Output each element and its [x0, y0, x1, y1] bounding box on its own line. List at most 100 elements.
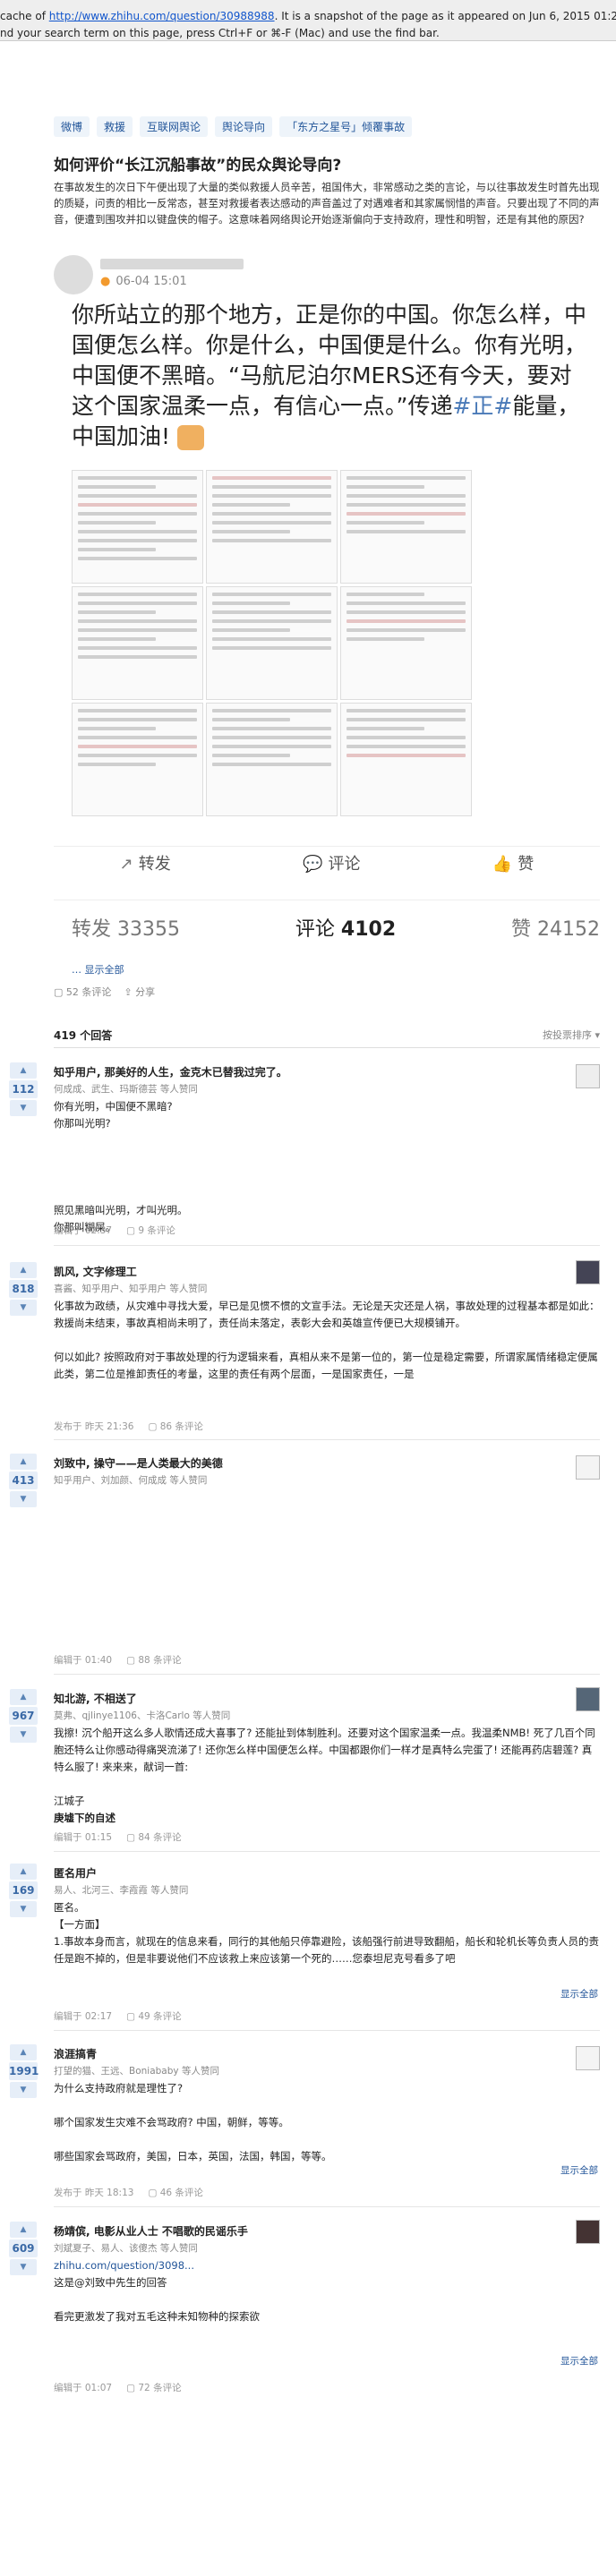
vote-count[interactable]: 413 [9, 1471, 38, 1489]
chevron-down-icon: ▾ [595, 1029, 600, 1041]
answer-paragraph: 我擦! 沉个船开这么多人歌情还成大喜事了? 还能扯到体制胜利。还要对这个国家温柔… [54, 1727, 595, 1773]
upvote-arrow-icon[interactable]: ▲ [10, 2222, 37, 2238]
upvote-arrow-icon[interactable]: ▲ [10, 1864, 37, 1880]
answer-author[interactable]: 凯风, 文字修理工 [54, 1264, 137, 1279]
answer-author[interactable]: 知北游, 不相送了 [54, 1691, 137, 1706]
answer-paragraph: 江城子 [54, 1795, 85, 1807]
comment-count-label: 评论 [295, 918, 335, 941]
answer-comments-link[interactable]: 9 条评论 [126, 1224, 175, 1237]
answer-voters[interactable]: 易人、北河三、李霞霞 等人赞同 [54, 1883, 188, 1897]
answer-paragraph: 何以如此? 按照政府对于事故处理的行为逻辑来看，真相从来不是第一位的，第一位是稳… [54, 1351, 598, 1380]
upvote-arrow-icon[interactable]: ▲ [10, 1062, 37, 1079]
answer-voters[interactable]: 打望的猫、王远、Boniababy 等人赞同 [54, 2064, 219, 2077]
weibo-screenshot-grid [72, 470, 472, 819]
vote-count[interactable]: 818 [9, 1280, 38, 1298]
avatar[interactable] [576, 1260, 600, 1284]
answer-author[interactable]: 刘致中, 操守——是人类最大的美德 [54, 1455, 223, 1471]
screenshot-thumb[interactable] [72, 470, 203, 584]
downvote-arrow-icon[interactable]: ▼ [10, 2259, 37, 2275]
avatar[interactable] [576, 2220, 600, 2244]
question-description: 在事故发生的次日下午便出现了大量的类似救援人员辛苦，祖国伟大，非常感动之类的言论… [54, 181, 600, 226]
question-share-text: 分享 [135, 986, 156, 998]
answer-voters[interactable]: 何成成、武生、玛斯德芸 等人赞同 [54, 1082, 198, 1096]
downvote-arrow-icon[interactable]: ▼ [10, 2082, 37, 2098]
answer-author[interactable]: 匿名用户 [54, 1865, 97, 1881]
downvote-arrow-icon[interactable]: ▼ [10, 1727, 37, 1743]
vote-count[interactable]: 1991 [9, 2062, 38, 2080]
answer-line: 照见黑暗叫光明，才叫光明。 [54, 1204, 188, 1216]
vote-count[interactable]: 112 [9, 1080, 38, 1098]
tag-opinion-guidance[interactable]: 舆论导向 [215, 116, 273, 137]
comment-icon: ▢ [54, 986, 66, 998]
avatar[interactable] [576, 1064, 600, 1088]
vote-count[interactable]: 609 [9, 2239, 38, 2257]
answer-voters[interactable]: 刘斌夏子、易人、该傻杰 等人赞同 [54, 2241, 198, 2255]
answer-show-all-link[interactable]: 显示全部 [560, 1987, 598, 2000]
question-share-link[interactable]: ⇪ 分享 [124, 985, 155, 999]
avatar[interactable] [576, 2046, 600, 2070]
avatar[interactable] [576, 1687, 600, 1711]
weibo-like-button[interactable]: 👍 赞 [492, 851, 534, 874]
answer-show-all-link[interactable]: 显示全部 [560, 2354, 598, 2367]
sort-dropdown[interactable]: 按投票排序 ▾ [543, 1028, 600, 1042]
answer-voters[interactable]: 知乎用户、刘加颜、何成成 等人赞同 [54, 1473, 207, 1487]
answer-meta: 编辑于 02:17 49 条评论 [54, 2009, 182, 2023]
screenshot-thumb[interactable] [72, 586, 203, 700]
answer-author[interactable]: 杨靖傧, 电影从业人士 不唱歌的民谣乐手 [54, 2223, 248, 2239]
question-title: 如何评价“长江沉船事故”的民众舆论导向? [54, 157, 342, 175]
answer-comments-link[interactable]: 84 条评论 [126, 1830, 181, 1844]
upvote-arrow-icon[interactable]: ▲ [10, 1454, 37, 1470]
answer-comments-link[interactable]: 72 条评论 [126, 2381, 181, 2394]
tag-rescue[interactable]: 救援 [97, 116, 133, 137]
screenshot-thumb[interactable] [340, 703, 472, 816]
question-comments-link[interactable]: ▢ 52 条评论 [54, 985, 111, 999]
screenshot-thumb[interactable] [206, 470, 338, 584]
tag-internet-opinion[interactable]: 互联网舆论 [140, 116, 209, 137]
answer-author[interactable]: 浪涯搞青 [54, 2046, 97, 2061]
answer-comments-link[interactable]: 86 条评论 [148, 1420, 203, 1433]
cache-banner: cache of http://www.zhihu.com/question/3… [0, 0, 616, 41]
weibo-comment-label: 评论 [328, 855, 361, 874]
cache-url-link[interactable]: http://www.zhihu.com/question/30988988 [49, 10, 275, 22]
answer-divider [54, 2206, 600, 2207]
screenshot-thumb[interactable] [340, 586, 472, 700]
downvote-arrow-icon[interactable]: ▼ [10, 1300, 37, 1316]
answer-time[interactable]: 编辑于 02:17 [54, 2009, 112, 2023]
answer-time[interactable]: 编辑于 02:37 [54, 1224, 112, 1237]
upvote-arrow-icon[interactable]: ▲ [10, 2044, 37, 2060]
answer-question-link[interactable]: zhihu.com/question/3098... [54, 2257, 600, 2274]
weibo-comment-button[interactable]: 💬 评论 [303, 851, 360, 874]
question-comments-text: 52 条评论 [65, 986, 112, 998]
answer-author[interactable]: 知乎用户, 那美好的人生，金克木已替我过完了。 [54, 1064, 287, 1079]
avatar[interactable] [576, 1455, 600, 1480]
answer-comments-link[interactable]: 49 条评论 [126, 2009, 181, 2023]
answer-show-all-link[interactable]: 显示全部 [560, 2163, 598, 2177]
answer-time[interactable]: 发布于 昨天 18:13 [54, 2186, 133, 2199]
answer-time[interactable]: 编辑于 01:15 [54, 1830, 112, 1844]
weibo-repost-button[interactable]: ↗ 转发 [120, 851, 171, 874]
downvote-arrow-icon[interactable]: ▼ [10, 1901, 37, 1917]
downvote-arrow-icon[interactable]: ▼ [10, 1100, 37, 1116]
answer-time[interactable]: 发布于 昨天 21:36 [54, 1420, 133, 1433]
screenshot-thumb[interactable] [206, 703, 338, 816]
question-show-all-link[interactable]: … 显示全部 [72, 962, 124, 977]
screenshot-thumb[interactable] [206, 586, 338, 700]
downvote-arrow-icon[interactable]: ▼ [10, 1491, 37, 1507]
tag-eastern-star[interactable]: 「东方之星号」倾覆事故 [279, 116, 413, 137]
answer-voters[interactable]: 喜酱、知乎用户、知乎用户 等人赞同 [54, 1282, 207, 1295]
answer-paragraph: 这是@刘致中先生的回答 [54, 2276, 167, 2289]
answer-voters[interactable]: 莫弗、qjlinye1106、卡洛Carlo 等人赞同 [54, 1709, 230, 1722]
vote-count[interactable]: 967 [9, 1707, 38, 1725]
upvote-arrow-icon[interactable]: ▲ [10, 1262, 37, 1278]
screenshot-thumb[interactable] [72, 703, 203, 816]
answer-time[interactable]: 编辑于 01:07 [54, 2381, 112, 2394]
answer-comments-link[interactable]: 46 条评论 [148, 2186, 203, 2199]
answer-comments-link[interactable]: 88 条评论 [126, 1653, 181, 1667]
answer-time[interactable]: 编辑于 01:40 [54, 1653, 112, 1667]
tag-weibo[interactable]: 微博 [54, 116, 90, 137]
screenshot-thumb[interactable] [340, 470, 472, 584]
upvote-arrow-icon[interactable]: ▲ [10, 1689, 37, 1705]
weibo-topic-link[interactable]: #正# [452, 393, 512, 419]
comment-count-number: 4102 [340, 918, 397, 941]
vote-count[interactable]: 169 [9, 1881, 38, 1899]
